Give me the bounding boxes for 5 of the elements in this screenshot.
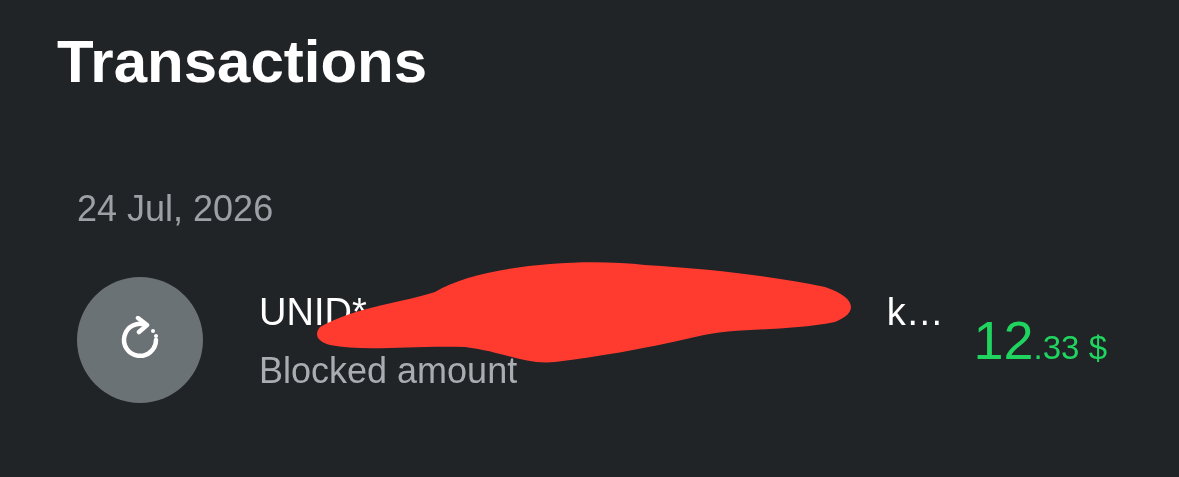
date-heading: 24 Jul, 2026 — [77, 187, 274, 231]
transaction-amount: 12.33 $ — [973, 310, 1107, 370]
merchant-name-end: k… — [886, 290, 944, 335]
transaction-subtitle: Blocked amount — [259, 349, 518, 393]
page-title: Transactions — [57, 27, 429, 97]
